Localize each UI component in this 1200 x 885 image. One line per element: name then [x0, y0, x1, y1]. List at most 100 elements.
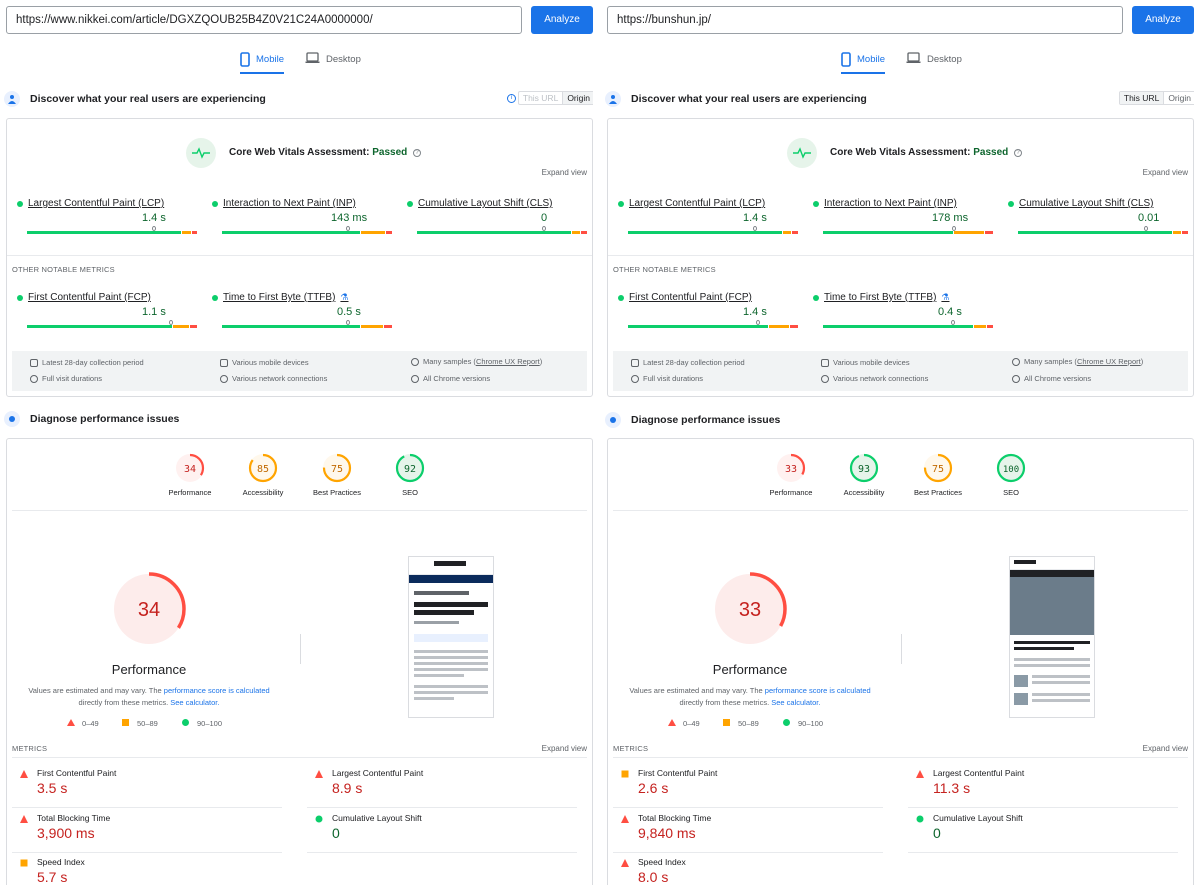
- lab-lcp-label: Largest Contentful Paint: [933, 768, 1025, 778]
- score-perf-text: 34: [184, 464, 196, 475]
- gauge-accessibility: 85: [248, 453, 278, 483]
- samples-end: ): [1140, 357, 1144, 366]
- url-input[interactable]: [607, 6, 1123, 34]
- field-fcp-link[interactable]: First Contentful Paint (FCP): [618, 292, 800, 303]
- pulse-icon: [186, 138, 216, 168]
- field-ttfb-link[interactable]: Time to First Byte (TTFB) ⚗: [813, 292, 995, 303]
- field-ttfb-label: Time to First Byte (TTFB): [223, 292, 336, 303]
- metrics-expand-link[interactable]: Expand view: [542, 744, 587, 753]
- lab-fcp-label: First Contentful Paint: [37, 768, 117, 778]
- cwv-assessment-text: Core Web Vitals Assessment: Passed ?: [229, 147, 422, 158]
- tab-mobile[interactable]: Mobile: [240, 52, 284, 74]
- device-tabs: Mobile Desktop: [605, 52, 1194, 74]
- cat-best-practices-label: Best Practices: [313, 488, 361, 497]
- cat-accessibility-label: Accessibility: [242, 488, 284, 497]
- divider: [613, 807, 883, 808]
- score-seo[interactable]: 100 SEO: [981, 452, 1041, 497]
- crux-footer: Latest 28-day collection period Various …: [12, 351, 587, 391]
- gauge-performance: 33: [776, 453, 806, 483]
- field-ttfb-link[interactable]: Time to First Byte (TTFB) ⚗: [212, 292, 394, 303]
- calendar-icon: [30, 358, 38, 367]
- devices: Various mobile devices: [220, 358, 309, 367]
- chrome-icon: [411, 374, 419, 383]
- tab-desktop[interactable]: Desktop: [305, 52, 361, 74]
- cwv-label: Core Web Vitals Assessment:: [830, 147, 971, 158]
- score-accessibility[interactable]: 93 Accessibility: [834, 452, 894, 497]
- field-ttfb: Time to First Byte (TTFB) ⚗ 0.5 s: [212, 292, 394, 328]
- lab-tbt-label: Total Blocking Time: [37, 813, 111, 823]
- triangle-icon: [621, 859, 629, 867]
- help-icon[interactable]: ?: [413, 149, 422, 157]
- lab-fcp-label: First Contentful Paint: [638, 768, 718, 778]
- tab-mobile[interactable]: Mobile: [841, 52, 885, 74]
- samples: Many samples (Chrome UX Report): [411, 357, 542, 366]
- score-seo[interactable]: 92 SEO: [380, 452, 440, 497]
- triangle-icon: [668, 719, 676, 726]
- good-dot: [17, 294, 23, 301]
- divider: [300, 634, 301, 664]
- origin-toggle[interactable]: Origin: [562, 92, 593, 104]
- field-ttfb-value: 0.5 s: [337, 306, 361, 318]
- expand-view-link[interactable]: Expand view: [542, 168, 587, 177]
- visit-durations: Full visit durations: [30, 374, 102, 383]
- cwv-assessment: Core Web Vitals Assessment: Passed ?: [608, 138, 1194, 168]
- chrome-icon: [1012, 374, 1020, 383]
- field-lcp-link[interactable]: Largest Contentful Paint (LCP): [17, 198, 199, 209]
- score-accessibility[interactable]: 85 Accessibility: [233, 452, 293, 497]
- score-a11y-text: 85: [257, 464, 269, 475]
- triangle-icon: [20, 770, 28, 778]
- field-fcp: First Contentful Paint (FCP) 1.1 s: [17, 292, 199, 328]
- report-panel-bunshun: Analyze Mobile Desktop Discover what you…: [605, 0, 1194, 885]
- field-inp-link[interactable]: Interaction to Next Paint (INP): [212, 198, 394, 209]
- field-fcp-value: 1.1 s: [142, 306, 166, 318]
- square-icon: [723, 719, 730, 726]
- crux-card: Core Web Vitals Assessment: Passed ? Exp…: [6, 118, 593, 397]
- tab-desktop[interactable]: Desktop: [906, 52, 962, 74]
- laptop-icon: [305, 52, 320, 63]
- metrics-expand-link[interactable]: Expand view: [1143, 744, 1188, 753]
- performance-score: 34: [138, 599, 160, 621]
- origin-toggle[interactable]: Origin: [1163, 92, 1194, 104]
- calculator-link[interactable]: See calculator.: [170, 698, 219, 707]
- legend-bad: 0–49: [82, 719, 99, 728]
- field-lcp-link[interactable]: Largest Contentful Paint (LCP): [618, 198, 800, 209]
- url-input[interactable]: [6, 6, 522, 34]
- good-dot: [17, 200, 23, 207]
- score-best-practices[interactable]: 75 Best Practices: [307, 452, 367, 497]
- triangle-icon: [916, 770, 924, 778]
- field-cls-link[interactable]: Cumulative Layout Shift (CLS): [1008, 198, 1190, 209]
- divider: [908, 807, 1178, 808]
- page-screenshot: [408, 556, 494, 718]
- crux-report-link[interactable]: Chrome UX Report: [476, 357, 540, 366]
- score-legend: 0–49 50–89 90–100: [668, 719, 838, 729]
- score-performance[interactable]: 34 Performance: [160, 452, 220, 497]
- divider: [12, 757, 587, 758]
- info-icon[interactable]: i: [507, 94, 516, 103]
- analyze-button[interactable]: Analyze: [531, 6, 593, 34]
- this-url-toggle[interactable]: This URL: [519, 92, 562, 104]
- field-fcp-link[interactable]: First Contentful Paint (FCP): [17, 292, 199, 303]
- score-calc-link[interactable]: performance score is calculated: [164, 686, 270, 695]
- gauge-best-practices: 75: [923, 453, 953, 483]
- score-legend: 0–49 50–89 90–100: [67, 719, 237, 729]
- devices-text: Various mobile devices: [232, 358, 309, 367]
- crux-report-link[interactable]: Chrome UX Report: [1077, 357, 1141, 366]
- crux-footer: Latest 28-day collection period Various …: [613, 351, 1188, 391]
- analyze-button[interactable]: Analyze: [1132, 6, 1194, 34]
- legend-average: 50–89: [738, 719, 759, 728]
- score-seo-text: 92: [404, 464, 416, 475]
- this-url-toggle[interactable]: This URL: [1119, 92, 1164, 104]
- score-performance[interactable]: 33 Performance: [761, 452, 821, 497]
- thumb-header: [409, 561, 493, 575]
- samples-end: ): [539, 357, 543, 366]
- cat-accessibility-label: Accessibility: [843, 488, 885, 497]
- score-best-practices[interactable]: 75 Best Practices: [908, 452, 968, 497]
- field-inp-link[interactable]: Interaction to Next Paint (INP): [813, 198, 995, 209]
- url-origin-toggle: This URL Origin: [517, 91, 593, 105]
- score-calc-link[interactable]: performance score is calculated: [765, 686, 871, 695]
- help-icon[interactable]: ?: [1014, 149, 1023, 157]
- field-cls-link[interactable]: Cumulative Layout Shift (CLS): [407, 198, 589, 209]
- samples: Many samples (Chrome UX Report): [1012, 357, 1143, 366]
- expand-view-link[interactable]: Expand view: [1143, 168, 1188, 177]
- calculator-link[interactable]: See calculator.: [771, 698, 820, 707]
